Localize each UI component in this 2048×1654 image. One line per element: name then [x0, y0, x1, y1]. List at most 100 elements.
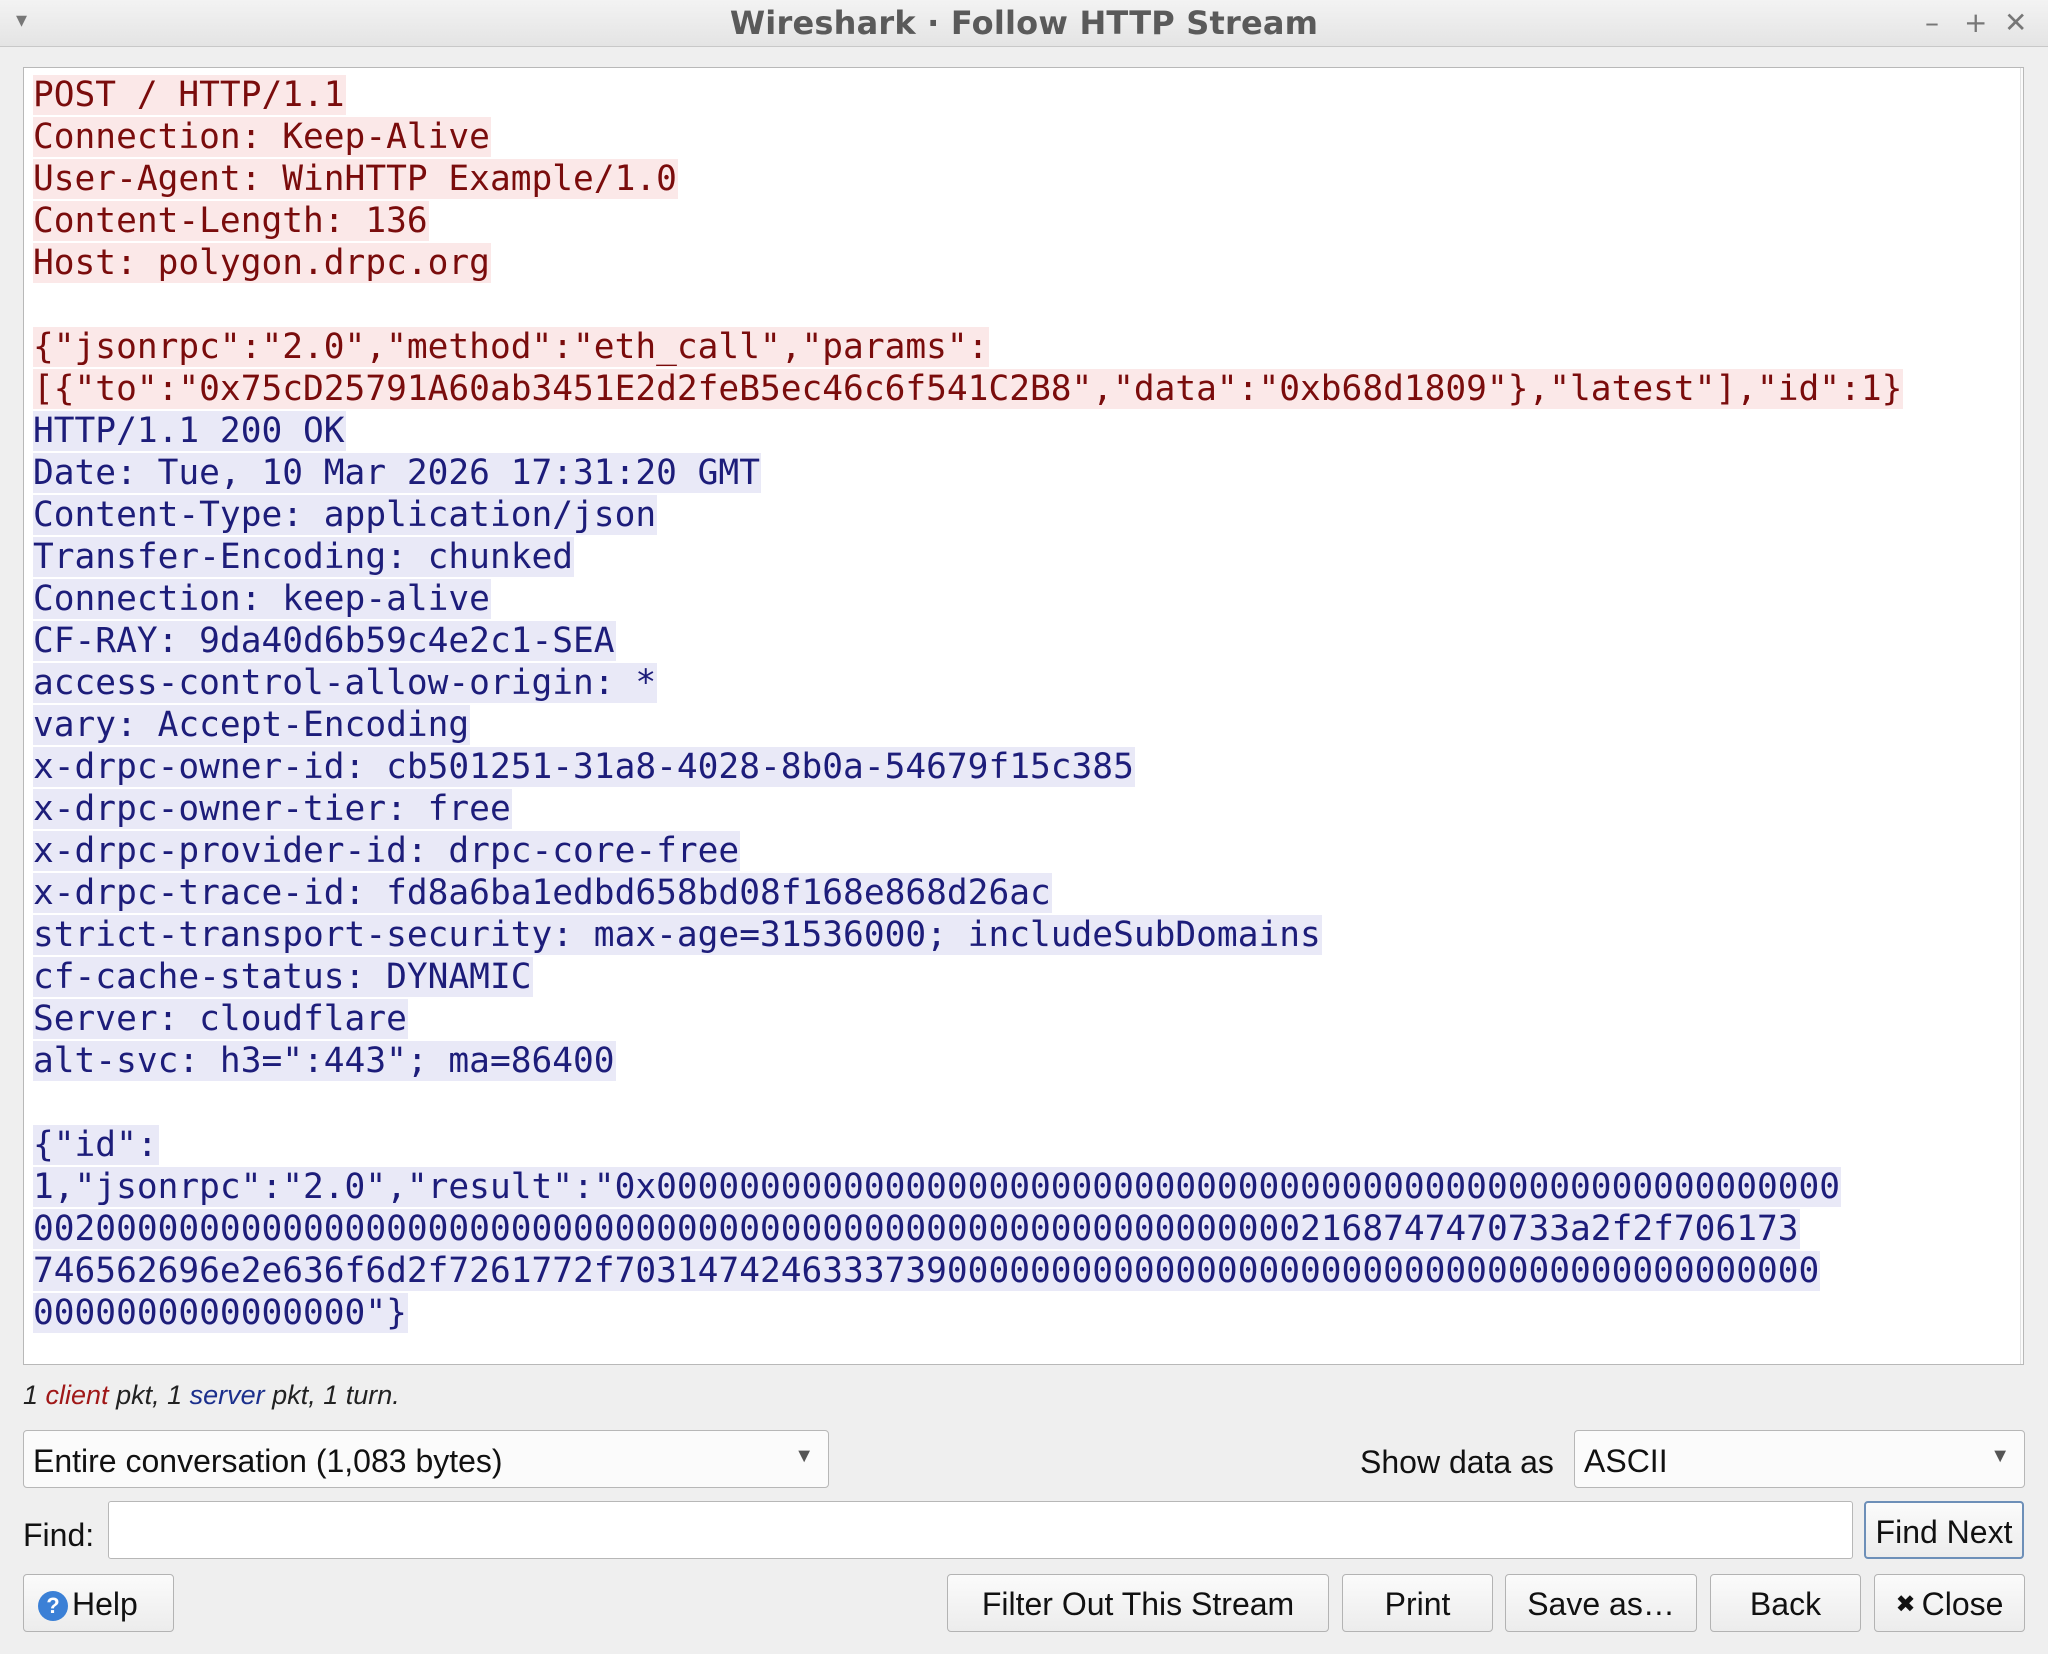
- response-line: cf-cache-status: DYNAMIC: [33, 956, 1993, 998]
- conversation-select[interactable]: Entire conversation (1,083 bytes) ▼: [23, 1430, 829, 1488]
- response-line: 0000000000000000"}: [33, 1292, 1993, 1334]
- request-line: Host: polygon.drpc.org: [33, 242, 1993, 284]
- stream-content: POST / HTTP/1.1 Connection: Keep-Alive Use…: [33, 74, 1993, 1334]
- stream-text: {"jsonrpc":"2.0","method":"eth_call","pa…: [33, 327, 990, 367]
- filter-out-stream-button[interactable]: Filter Out This Stream: [947, 1574, 1329, 1632]
- client-packet-count: 1: [23, 1380, 39, 1410]
- response-line: Date: Tue, 10 Mar 2026 17:31:20 GMT: [33, 452, 1993, 494]
- back-button[interactable]: Back: [1710, 1574, 1861, 1632]
- close-label: Close: [1921, 1586, 2004, 1622]
- response-line: x-drpc-trace-id: fd8a6ba1edbd658bd08f168…: [33, 872, 1993, 914]
- close-icon: ✖: [1895, 1591, 1916, 1618]
- show-data-select[interactable]: ASCII ▼: [1574, 1430, 2025, 1488]
- stream-text: [{"to":"0x75cD25791A60ab3451E2d2feB5ec46…: [33, 369, 1904, 409]
- request-line: Connection: Keep-Alive: [33, 116, 1993, 158]
- title-bar: ▾ Wireshark · Follow HTTP Stream – + ✕: [0, 0, 2048, 47]
- client-label: client: [45, 1380, 109, 1410]
- stream-text: Transfer-Encoding: chunked: [33, 537, 575, 577]
- response-line: vary: Accept-Encoding: [33, 704, 1993, 746]
- save-as-button[interactable]: Save as…: [1505, 1574, 1697, 1632]
- response-line: 0020000000000000000000000000000000000000…: [33, 1208, 1993, 1250]
- response-line: 746562696e2e636f6d2f7261772f703147424633…: [33, 1250, 1993, 1292]
- stream-text: x-drpc-trace-id: fd8a6ba1edbd658bd08f168…: [33, 873, 1052, 913]
- stream-text: Content-Type: application/json: [33, 495, 658, 535]
- stream-text: 1,"jsonrpc":"2.0","result":"0x0000000000…: [33, 1167, 1842, 1207]
- response-line: Transfer-Encoding: chunked: [33, 536, 1993, 578]
- stream-text-area[interactable]: POST / HTTP/1.1 Connection: Keep-Alive Use…: [23, 67, 2024, 1365]
- stream-text: User-Agent: WinHTTP Example/1.0: [33, 159, 678, 199]
- stream-text: x-drpc-owner-tier: free: [33, 789, 512, 829]
- vertical-scrollbar[interactable]: ▲ ▼: [2020, 68, 2023, 1364]
- conversation-select-value: Entire conversation (1,083 bytes): [33, 1443, 503, 1479]
- request-line: POST / HTTP/1.1: [33, 74, 1993, 116]
- stream-text: 0020000000000000000000000000000000000000…: [33, 1209, 1800, 1249]
- follow-stream-window: ▾ Wireshark · Follow HTTP Stream – + ✕ P…: [0, 0, 2048, 1654]
- stream-text: [33, 285, 34, 325]
- stream-text: Server: cloudflare: [33, 999, 408, 1039]
- response-line: strict-transport-security: max-age=31536…: [33, 914, 1993, 956]
- find-next-label: Find Next: [1875, 1514, 2013, 1550]
- server-packet-count: 1: [167, 1380, 183, 1410]
- stream-text: Connection: Keep-Alive: [33, 117, 491, 157]
- response-line: Connection: keep-alive: [33, 578, 1993, 620]
- stream-text: x-drpc-owner-id: cb501251-31a8-4028-8b0a…: [33, 747, 1135, 787]
- window-close-icon[interactable]: ✕: [2004, 6, 2027, 39]
- response-line: {"id":: [33, 1124, 1993, 1166]
- response-line: x-drpc-owner-tier: free: [33, 788, 1993, 830]
- help-label: Help: [72, 1586, 138, 1622]
- server-label: server: [189, 1380, 265, 1410]
- stream-text: alt-svc: h3=":443"; ma=86400: [33, 1041, 616, 1081]
- stream-text: vary: Accept-Encoding: [33, 705, 471, 745]
- stream-text: HTTP/1.1 200 OK: [33, 411, 346, 451]
- response-line: alt-svc: h3=":443"; ma=86400: [33, 1040, 1993, 1082]
- help-icon: ?: [38, 1591, 68, 1621]
- stream-stats: 1 client pkt, 1 server pkt, 1 turn.: [23, 1380, 400, 1411]
- request-line: User-Agent: WinHTTP Example/1.0: [33, 158, 1993, 200]
- stats-text-1: pkt,: [108, 1380, 168, 1410]
- show-data-value: ASCII: [1584, 1443, 1668, 1479]
- maximize-icon[interactable]: +: [1964, 6, 1987, 39]
- stream-text: 0000000000000000"}: [33, 1293, 408, 1333]
- stream-text: [33, 1083, 34, 1123]
- response-line: access-control-allow-origin: *: [33, 662, 1993, 704]
- chevron-down-icon: ▼: [1990, 1445, 2010, 1467]
- response-line: [33, 1082, 1993, 1124]
- response-line: Server: cloudflare: [33, 998, 1993, 1040]
- stream-text: Date: Tue, 10 Mar 2026 17:31:20 GMT: [33, 453, 761, 493]
- find-next-button[interactable]: Find Next: [1864, 1501, 2024, 1559]
- request-line: Content-Length: 136: [33, 200, 1993, 242]
- save-as-label: Save as…: [1527, 1586, 1675, 1622]
- find-input[interactable]: [108, 1501, 1853, 1559]
- request-line: [33, 284, 1993, 326]
- print-label: Print: [1384, 1586, 1451, 1622]
- stream-text: strict-transport-security: max-age=31536…: [33, 915, 1322, 955]
- response-line: CF-RAY: 9da40d6b59c4e2c1-SEA: [33, 620, 1993, 662]
- show-data-label: Show data as: [1360, 1444, 1554, 1480]
- stream-text: Connection: keep-alive: [33, 579, 491, 619]
- print-button[interactable]: Print: [1342, 1574, 1493, 1632]
- response-line: Content-Type: application/json: [33, 494, 1993, 536]
- request-line: [{"to":"0x75cD25791A60ab3451E2d2feB5ec46…: [33, 368, 1993, 410]
- chevron-down-icon: ▼: [794, 1445, 814, 1467]
- stats-text-2: pkt, 1 turn.: [264, 1380, 400, 1410]
- find-label: Find:: [23, 1517, 95, 1553]
- close-button[interactable]: ✖ Close: [1874, 1574, 2025, 1632]
- response-line: HTTP/1.1 200 OK: [33, 410, 1993, 452]
- response-line: 1,"jsonrpc":"2.0","result":"0x0000000000…: [33, 1166, 1993, 1208]
- stream-text: {"id":: [33, 1125, 159, 1165]
- stream-text: POST / HTTP/1.1: [33, 75, 346, 115]
- stream-text: CF-RAY: 9da40d6b59c4e2c1-SEA: [33, 621, 616, 661]
- back-label: Back: [1749, 1586, 1822, 1622]
- stream-text: Content-Length: 136: [33, 201, 429, 241]
- filter-out-label: Filter Out This Stream: [981, 1586, 1295, 1622]
- help-button[interactable]: ? Help: [23, 1574, 174, 1632]
- stream-text: access-control-allow-origin: *: [33, 663, 658, 703]
- stream-text: 746562696e2e636f6d2f7261772f703147424633…: [33, 1251, 1821, 1291]
- response-line: x-drpc-owner-id: cb501251-31a8-4028-8b0a…: [33, 746, 1993, 788]
- request-line: {"jsonrpc":"2.0","method":"eth_call","pa…: [33, 326, 1993, 368]
- stream-text: Host: polygon.drpc.org: [33, 243, 491, 283]
- stream-text: cf-cache-status: DYNAMIC: [33, 957, 533, 997]
- stream-text: x-drpc-provider-id: drpc-core-free: [33, 831, 741, 871]
- window-title: Wireshark · Follow HTTP Stream: [729, 4, 1319, 42]
- minimize-icon[interactable]: –: [1925, 6, 1939, 39]
